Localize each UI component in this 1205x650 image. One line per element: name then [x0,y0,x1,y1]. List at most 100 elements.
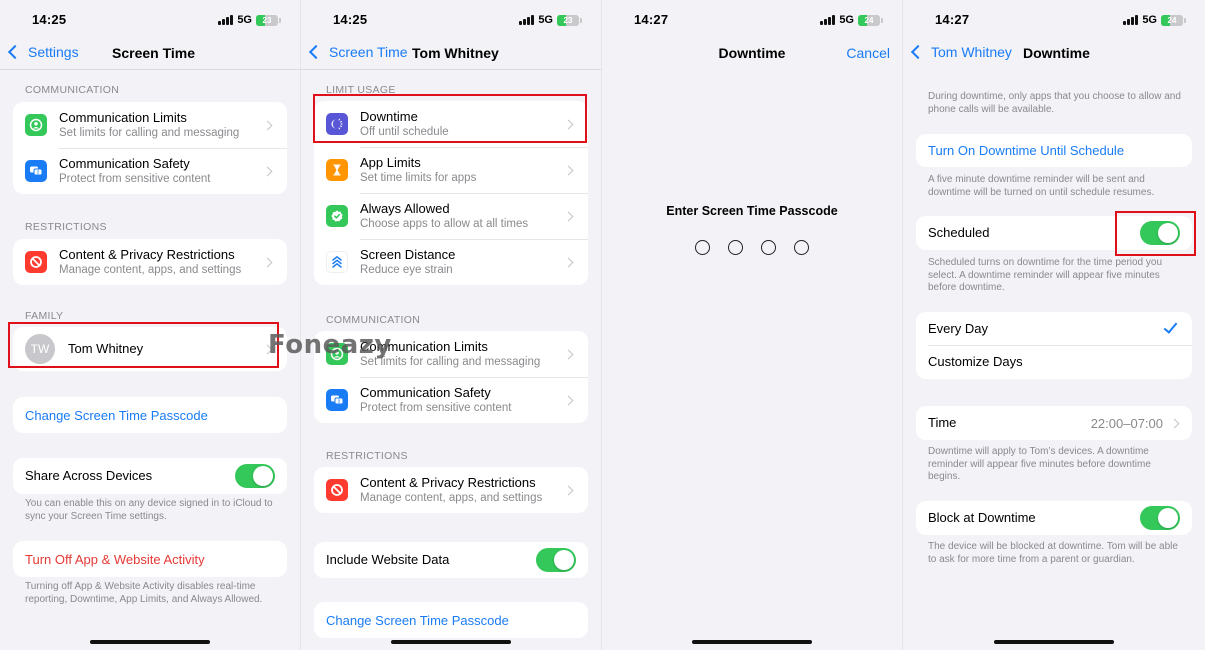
communication-limits-icon [25,114,47,136]
chevron-right-icon [262,120,273,130]
turn-on-until-schedule-group: Turn On Downtime Until Schedule [916,134,1192,167]
chevron-right-icon [1169,418,1180,428]
row-subtitle: Off until schedule [360,125,449,138]
chevron-left-icon [308,44,324,60]
cancel-button[interactable]: Cancel [846,45,890,61]
share-across-devices-group: Share Across Devices [13,458,287,494]
time-group: Time 22:00–07:00 [916,406,1192,440]
share-across-devices-toggle[interactable] [235,464,275,488]
family-member-row[interactable]: TW Tom Whitney [13,327,287,371]
section-header-restrictions: RESTRICTIONS [326,450,408,462]
signal-icon [218,15,234,25]
chevron-right-icon [563,119,574,129]
family-member-name: Tom Whitney [68,341,144,356]
app-limits-row[interactable]: App Limits Set time limits for apps [314,147,588,193]
turn-off-activity-footnote: Turning off App & Website Activity disab… [25,581,263,605]
section-header-restrictions: RESTRICTIONS [25,221,107,233]
back-label: Settings [28,44,79,60]
change-passcode-button[interactable]: Change Screen Time Passcode [13,397,287,433]
home-indicator[interactable] [391,640,511,644]
communication-safety-row[interactable]: Communication Safety Protect from sensit… [13,148,287,194]
section-header-limit-usage: LIMIT USAGE [326,84,396,96]
scheduled-footnote: Scheduled turns on downtime for the time… [928,257,1163,293]
chevron-right-icon [262,257,273,267]
home-indicator[interactable] [692,640,812,644]
passcode-input[interactable] [602,240,902,255]
row-subtitle: Manage content, apps, and settings [59,263,242,276]
limit-usage-group: Downtime Off until schedule App Limits S… [314,101,588,285]
section-header-communication: COMMUNICATION [326,314,421,326]
share-across-devices-label: Share Across Devices [25,468,153,483]
passcode-digit-empty [761,240,776,255]
block-at-downtime-row: Block at Downtime [916,501,1192,535]
row-title: Communication Limits [360,338,488,354]
include-website-data-row: Include Website Data [314,542,588,578]
restrictions-icon [25,251,47,273]
communication-limits-row[interactable]: Communication Limits Set limits for call… [13,102,287,148]
every-day-label: Every Day [928,320,988,336]
communication-safety-row[interactable]: Communication Safety Protect from sensit… [314,377,588,423]
passcode-prompt: Enter Screen Time Passcode [666,204,838,218]
time-footnote: Downtime will apply to Tom’s devices. A … [928,446,1151,482]
scheduled-toggle[interactable] [1140,221,1180,245]
turn-off-activity-button[interactable]: Turn Off App & Website Activity [13,541,287,577]
time-label: Time [928,415,957,430]
customize-days-option[interactable]: Customize Days [916,345,1192,379]
home-indicator[interactable] [90,640,210,644]
chevron-left-icon [7,44,23,60]
communication-group: Communication Limits Set limits for call… [314,331,588,423]
signal-icon [820,15,836,25]
change-passcode-button[interactable]: Change Screen Time Passcode [314,602,588,638]
chevron-right-icon [563,349,574,359]
screen-distance-icon [326,251,348,273]
include-website-data-toggle[interactable] [536,548,576,572]
every-day-option[interactable]: Every Day [916,312,1192,345]
screen-distance-row[interactable]: Screen Distance Reduce eye strain [314,239,588,285]
row-title: Always Allowed [360,200,450,216]
change-passcode-label: Change Screen Time Passcode [25,407,208,423]
battery-level: 24 [1167,15,1177,25]
row-title: Screen Distance [360,246,456,262]
home-indicator[interactable] [994,640,1114,644]
turn-on-until-schedule-footnote: A five minute downtime reminder will be … [928,174,1155,198]
restrictions-icon [326,479,348,501]
content-privacy-restrictions-row[interactable]: Content & Privacy Restrictions Manage co… [314,467,588,513]
content-privacy-restrictions-row[interactable]: Content & Privacy Restrictions Manage co… [13,239,287,285]
network-type: 5G [237,14,252,26]
communication-limits-row[interactable]: Communication Limits Set limits for call… [314,331,588,377]
network-type: 5G [1142,14,1157,26]
passcode-panel: 14:27 5G 24 Downtime Cancel Enter Screen… [601,0,902,650]
row-title: Downtime [360,108,418,124]
screenshot-composite: 14:25 5G 23 Settings Screen Time COMMUNI… [0,0,1205,650]
row-subtitle: Protect from sensitive content [360,401,512,414]
customize-days-label: Customize Days [928,354,1023,369]
downtime-row[interactable]: Downtime Off until schedule [314,101,588,147]
turn-on-until-schedule-button[interactable]: Turn On Downtime Until Schedule [916,134,1192,167]
share-across-devices-footnote: You can enable this on any device signed… [25,498,273,522]
section-header-communication: COMMUNICATION [25,84,120,96]
network-type: 5G [839,14,854,26]
block-at-downtime-toggle[interactable] [1140,506,1180,530]
always-allowed-row[interactable]: Always Allowed Choose apps to allow at a… [314,193,588,239]
status-time: 14:25 [32,12,67,27]
child-screen-time-panel: 14:25 5G 23 Screen Time Tom Whitney LIMI… [300,0,601,650]
back-button[interactable]: Tom Whitney [910,44,1012,60]
block-at-downtime-label: Block at Downtime [928,510,1036,525]
row-subtitle: Manage content, apps, and settings [360,491,543,504]
page-title: Screen Time [112,45,196,61]
turn-off-activity-label: Turn Off App & Website Activity [25,551,205,567]
status-bar: 14:27 5G 24 [903,12,1205,30]
restrictions-group: Content & Privacy Restrictions Manage co… [13,239,287,285]
nav-bar: Settings Screen Time [0,40,300,70]
chevron-left-icon [910,44,926,60]
back-label: Tom Whitney [931,44,1012,60]
back-button[interactable]: Screen Time [308,44,408,60]
back-button[interactable]: Settings [7,44,79,60]
status-time: 14:27 [935,12,970,27]
battery-icon: 23 [557,14,582,26]
signal-icon [1123,15,1139,25]
downtime-icon [326,113,348,135]
back-label: Screen Time [329,44,408,60]
time-row[interactable]: Time 22:00–07:00 [916,406,1192,440]
battery-level: 24 [864,15,874,25]
